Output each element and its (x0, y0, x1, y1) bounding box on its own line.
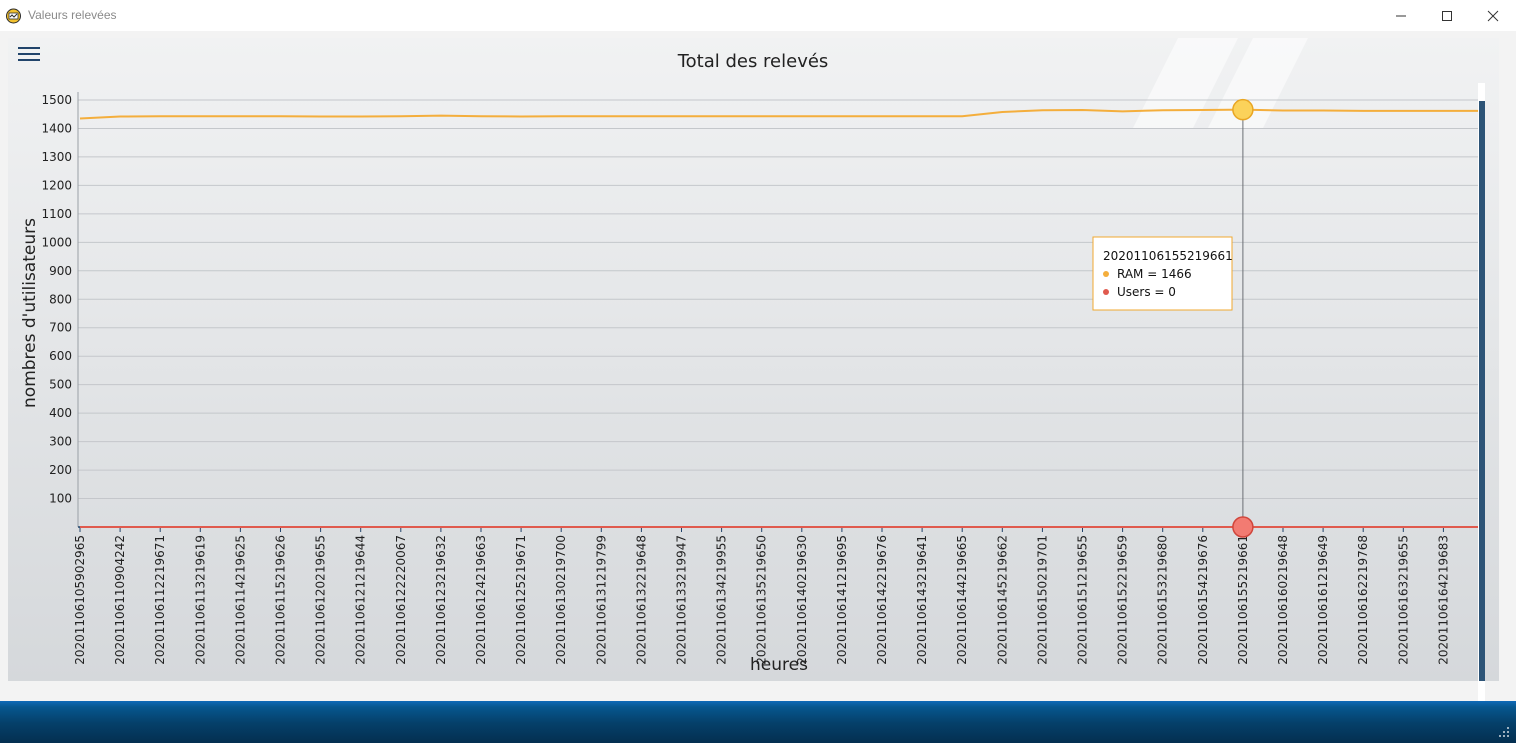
close-button[interactable] (1470, 0, 1516, 31)
window-titlebar: Valeurs relevées (0, 0, 1516, 32)
x-tick-label: 20201106123219632 (434, 535, 448, 665)
tooltip-ram-dot (1103, 271, 1109, 277)
y-tick-label: 1000 (41, 235, 72, 249)
y-tick-label: 800 (49, 292, 72, 306)
window-title: Valeurs relevées (28, 8, 117, 22)
y-tick-label: 1200 (41, 178, 72, 192)
x-tick-label: 20201106160219648 (1276, 535, 1290, 665)
x-tick-label: 20201106161219649 (1316, 535, 1330, 665)
y-tick-label: 700 (49, 321, 72, 335)
tooltip-users-dot (1103, 289, 1109, 295)
x-tick-label: 20201106154219676 (1196, 535, 1210, 665)
line-chart[interactable]: Total des relevés nombres d'utilisateurs… (8, 38, 1499, 681)
x-tick-label: 20201106151219655 (1076, 535, 1090, 665)
x-tick-label: 20201106105902965 (73, 535, 87, 665)
tooltip-title: 20201106155219661 (1103, 249, 1233, 263)
x-tick-label: 20201106121219644 (354, 535, 368, 665)
app-logo-icon (6, 8, 21, 24)
x-tick-label: 20201106164219683 (1436, 535, 1450, 665)
users-highlight-point (1232, 516, 1254, 538)
x-tick-label: 20201106144219665 (955, 535, 969, 665)
y-axis-label: nombres d'utilisateurs (20, 218, 40, 408)
chart-panel: Total des relevés nombres d'utilisateurs… (8, 38, 1499, 681)
maximize-button[interactable] (1424, 0, 1470, 31)
bottom-status-bar (0, 701, 1516, 743)
minimize-icon (1396, 15, 1406, 17)
y-tick-label: 600 (49, 349, 72, 363)
x-tick-label: 20201106115219626 (274, 535, 288, 665)
x-tick-label: 20201106133219947 (675, 535, 689, 665)
y-tick-label: 1400 (41, 121, 72, 135)
x-tick-label: 20201106163219655 (1396, 535, 1410, 665)
x-tick-label: 20201106132219648 (634, 535, 648, 665)
chart-title: Total des relevés (677, 51, 829, 72)
x-tick-label: 20201106143219641 (915, 535, 929, 665)
x-tick-label: 20201106131219799 (594, 535, 608, 665)
y-tick-label: 100 (49, 492, 72, 506)
x-tick-label: 20201106134219955 (715, 535, 729, 665)
y-tick-label: 200 (49, 463, 72, 477)
minimize-button[interactable] (1378, 0, 1424, 31)
series-ram (79, 108, 1479, 120)
ram-highlight-point (1232, 98, 1254, 121)
x-tick-label: 20201106113219619 (193, 535, 207, 665)
x-tick-label: 20201106153219680 (1156, 535, 1170, 665)
y-tick-label: 400 (49, 406, 72, 420)
x-tick-label: 20201106120219655 (314, 535, 328, 665)
x-tick-label: 20201106155219661 (1236, 535, 1250, 665)
x-tick-label: 20201106114219625 (233, 535, 247, 665)
y-tick-label: 1500 (41, 93, 72, 107)
x-tick-label: 20201106112219671 (153, 535, 167, 665)
tooltip-ram-value: RAM = 1466 (1117, 267, 1192, 281)
crosshair (1232, 98, 1254, 538)
y-tick-label: 1100 (41, 207, 72, 221)
x-tick-label: 20201106125219671 (514, 535, 528, 665)
y-tick-label: 300 (49, 435, 72, 449)
x-tick-label: 20201106142219676 (875, 535, 889, 665)
x-tick-label: 20201106122220067 (394, 535, 408, 665)
y-tick-labels: 100 200 300 400 500 600 700 800 900 1000 1100 1200 1… (41, 93, 72, 506)
window-client-area: Total des relevés nombres d'utilisateurs… (0, 31, 1516, 716)
x-tick-label: 20201106135219650 (755, 535, 769, 665)
y-tick-label: 900 (49, 264, 72, 278)
x-tick-label: 20201106152219659 (1116, 535, 1130, 665)
resize-grip-icon[interactable] (1498, 726, 1510, 738)
x-tick-label: 20201106162219768 (1356, 535, 1370, 665)
close-icon (1487, 10, 1499, 22)
x-tick-label: 20201106150219701 (1035, 535, 1049, 665)
x-tick-label: 20201106140219630 (795, 535, 809, 665)
y-tick-label: 500 (49, 378, 72, 392)
x-tick-labels: 20201106105902965 20201106110904242 202011… (73, 527, 1450, 665)
x-tick-label: 20201106130219700 (554, 535, 568, 665)
tooltip-users-value: Users = 0 (1117, 285, 1176, 299)
x-tick-label: 20201106110904242 (113, 535, 127, 665)
grid-lines (78, 99, 1483, 500)
tooltip: 20201106155219661 RAM = 1466 Users = 0 (1092, 236, 1233, 311)
x-tick-label: 20201106145219662 (995, 535, 1009, 665)
maximize-icon (1442, 11, 1452, 21)
y-tick-label: 1300 (41, 150, 72, 164)
vertical-scrollbar-thumb[interactable] (1479, 101, 1485, 681)
x-tick-label: 20201106124219663 (474, 535, 488, 665)
x-tick-label: 20201106141219695 (835, 535, 849, 665)
series-ram-line (79, 108, 1479, 120)
